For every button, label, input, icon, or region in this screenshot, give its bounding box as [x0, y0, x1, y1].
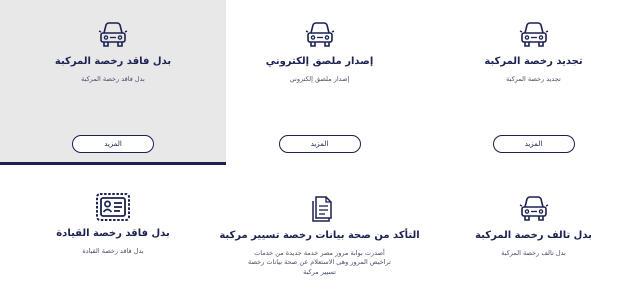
- service-description: تجديد رخصة المركبة: [506, 75, 561, 83]
- document-icon: [311, 196, 332, 222]
- service-card-renew-license[interactable]: تجديد رخصة المركبة تجديد رخصة المركبة ال…: [427, 0, 640, 162]
- service-description: بدل تالف رخصة المركبة: [501, 249, 566, 257]
- more-button[interactable]: المزيد: [492, 135, 575, 153]
- service-title: بدل فاقد رخصة القيادة: [56, 228, 170, 239]
- service-title: بدل فاقد رخصة المركبة: [54, 56, 172, 67]
- service-card-lost-license[interactable]: بدل فاقد رخصة المركبة بدل فاقد رخصة المر…: [0, 0, 226, 165]
- service-title: إصدار ملصق إلكتروني: [265, 56, 374, 67]
- service-title: تجديد رخصة المركبة: [484, 56, 583, 67]
- service-card-damaged-license[interactable]: بدل تالف رخصة المركبة بدل تالف رخصة المر…: [427, 170, 640, 294]
- service-card-lost-driving-license[interactable]: بدل فاقد رخصة القيادة بدل فاقد رخصة القي…: [0, 170, 226, 294]
- car-icon: [519, 22, 548, 47]
- service-description: بدل فاقد رخصة المركبة: [81, 75, 145, 83]
- service-description: بدل فاقد رخصة القيادة: [82, 247, 144, 255]
- more-button[interactable]: المزيد: [278, 135, 361, 153]
- car-icon: [519, 196, 548, 221]
- service-title: التأكد من صحة بيانات رخصة تسيير مركبة: [219, 230, 420, 241]
- car-icon: [305, 22, 334, 47]
- service-title: بدل تالف رخصة المركبة: [475, 230, 592, 241]
- service-card-verify-license[interactable]: التأكد من صحة بيانات رخصة تسيير مركبة أص…: [213, 170, 426, 294]
- service-description: أصدرت بوابة مرور مصر خدمة جديدة من خدمات…: [248, 249, 391, 276]
- services-grid: تجديد رخصة المركبة تجديد رخصة المركبة ال…: [0, 0, 640, 294]
- car-icon: [98, 22, 128, 47]
- more-button[interactable]: المزيد: [72, 135, 154, 153]
- service-description: إصدار ملصق إلكتروني: [289, 75, 350, 83]
- service-card-electronic-sticker[interactable]: إصدار ملصق إلكتروني إصدار ملصق إلكتروني …: [213, 0, 426, 162]
- id-card-icon: [96, 193, 130, 221]
